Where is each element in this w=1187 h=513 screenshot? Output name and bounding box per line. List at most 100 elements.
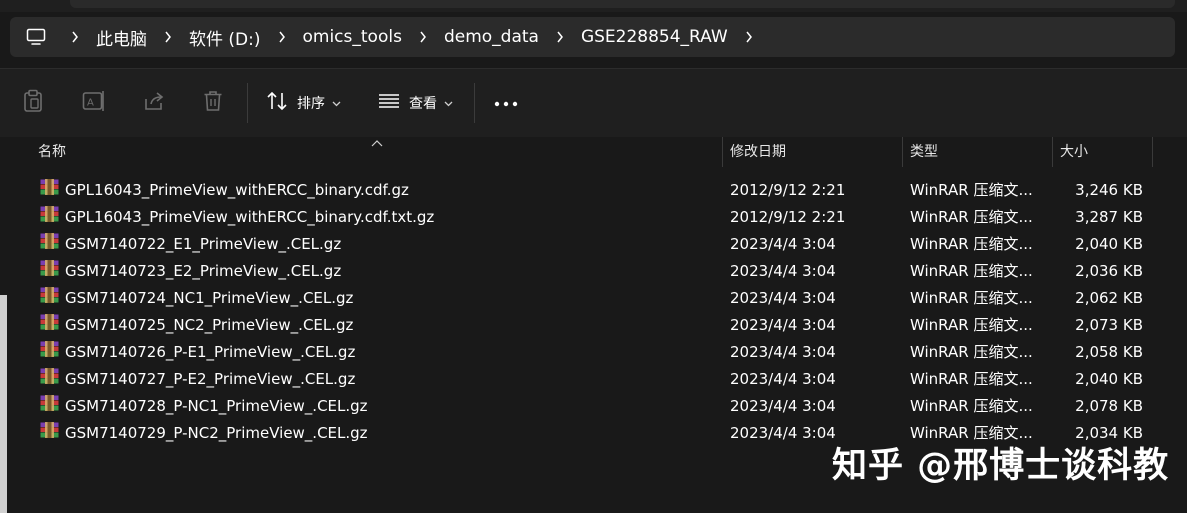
chevron-right-icon[interactable] [547,31,573,43]
breadcrumb-item-current-folder[interactable]: GSE228854_RAW [573,27,736,47]
file-size: 2,058 KB [1075,343,1143,361]
chevron-right-icon[interactable] [155,31,181,43]
file-row[interactable]: GSM7140723_E2_PrimeView_.CEL.gz 2023/4/4 … [0,258,1187,285]
file-row[interactable]: GSM7140725_NC2_PrimeView_.CEL.gz 2023/4/4… [0,312,1187,339]
column-divider[interactable] [1052,137,1053,167]
toolbar-divider [474,83,475,123]
file-size: 2,078 KB [1075,397,1143,415]
file-row[interactable]: GSM7140726_P-E1_PrimeView_.CEL.gz 2023/4/… [0,339,1187,366]
file-name[interactable]: GPL16043_PrimeView_withERCC_binary.cdf.t… [65,204,434,231]
column-header-size[interactable]: 大小 [1060,137,1088,167]
column-divider[interactable] [1152,137,1153,167]
file-size: 2,040 KB [1075,370,1143,388]
chevron-right-icon[interactable] [410,31,436,43]
file-row[interactable]: GSM7140722_E1_PrimeView_.CEL.gz 2023/4/4 … [0,231,1187,258]
file-name[interactable]: GSM7140722_E1_PrimeView_.CEL.gz [65,231,341,258]
watermark: 知乎 @邢博士谈科教 [832,446,1170,486]
file-type: WinRAR 压缩文... [910,370,1033,388]
file-size: 2,062 KB [1075,289,1143,307]
file-type: WinRAR 压缩文... [910,262,1033,280]
breadcrumb-item-demo-data[interactable]: demo_data [436,27,547,47]
winrar-archive-icon [40,339,59,366]
breadcrumb-item-drive-d[interactable]: 软件 (D:) [181,25,269,50]
view-button[interactable]: 查看 [378,89,453,117]
chevron-right-icon[interactable] [62,31,88,43]
file-size: 2,036 KB [1075,262,1143,280]
file-name[interactable]: GSM7140724_NC1_PrimeView_.CEL.gz [65,285,353,312]
file-type: WinRAR 压缩文... [910,397,1033,415]
winrar-archive-icon [40,177,59,204]
share-icon [143,90,165,117]
file-date: 2023/4/4 3:04 [730,235,836,253]
column-divider[interactable] [722,137,723,167]
chevron-down-icon [332,94,341,112]
svg-text:A: A [87,97,94,108]
file-row[interactable]: GPL16043_PrimeView_withERCC_binary.cdf.t… [0,204,1187,231]
file-size: 2,073 KB [1075,316,1143,334]
file-type: WinRAR 压缩文... [910,289,1033,307]
file-row[interactable]: GSM7140727_P-E2_PrimeView_.CEL.gz 2023/4/… [0,366,1187,393]
winrar-archive-icon [40,285,59,312]
clipboard-icon [22,89,44,118]
column-divider[interactable] [902,137,903,167]
column-header-name[interactable]: 名称 [38,137,66,167]
file-date: 2012/9/12 2:21 [730,208,846,226]
paste-button[interactable] [22,89,44,117]
trash-icon [203,90,223,117]
file-size: 3,246 KB [1075,181,1143,199]
file-name[interactable]: GPL16043_PrimeView_withERCC_binary.cdf.g… [65,177,409,204]
file-date: 2012/9/12 2:21 [730,181,846,199]
file-size: 3,287 KB [1075,208,1143,226]
tab-strip [70,0,1175,8]
sort-ascending-arrow-icon [371,134,383,152]
address-bar[interactable]: 此电脑 软件 (D:) omics_tools demo_data GSE228… [10,17,1175,57]
file-type: WinRAR 压缩文... [910,208,1033,226]
file-name[interactable]: GSM7140729_P-NC2_PrimeView_.CEL.gz [65,420,368,447]
delete-button[interactable] [203,89,223,117]
file-type: WinRAR 压缩文... [910,235,1033,253]
file-name[interactable]: GSM7140727_P-E2_PrimeView_.CEL.gz [65,366,355,393]
more-options-button[interactable] [494,89,518,117]
file-date: 2023/4/4 3:04 [730,424,836,442]
file-row[interactable]: GSM7140728_P-NC1_PrimeView_.CEL.gz 2023/4… [0,393,1187,420]
computer-icon[interactable] [10,28,62,46]
file-date: 2023/4/4 3:04 [730,316,836,334]
view-label: 查看 [409,96,437,112]
rename-button[interactable]: A [82,89,106,117]
file-name[interactable]: GSM7140728_P-NC1_PrimeView_.CEL.gz [65,393,368,420]
sort-icon [266,91,288,116]
file-type: WinRAR 压缩文... [910,316,1033,334]
file-type: WinRAR 压缩文... [910,181,1033,199]
chevron-right-icon[interactable] [269,31,295,43]
view-list-icon [378,92,400,115]
sort-label: 排序 [297,96,325,112]
column-header-type[interactable]: 类型 [910,137,938,167]
chevron-right-icon[interactable] [736,31,762,43]
column-header-date[interactable]: 修改日期 [730,137,786,167]
winrar-archive-icon [40,231,59,258]
winrar-archive-icon [40,393,59,420]
file-date: 2023/4/4 3:04 [730,397,836,415]
toolbar-divider [247,83,248,123]
file-row[interactable]: GSM7140724_NC1_PrimeView_.CEL.gz 2023/4/4… [0,285,1187,312]
command-bar: A 排序 查看 [0,68,1187,138]
share-button[interactable] [143,89,165,117]
file-name[interactable]: GSM7140726_P-E1_PrimeView_.CEL.gz [65,339,355,366]
file-name[interactable]: GSM7140725_NC2_PrimeView_.CEL.gz [65,312,353,339]
file-size: 2,040 KB [1075,235,1143,253]
sort-button[interactable]: 排序 [266,89,341,117]
winrar-archive-icon [40,420,59,447]
winrar-archive-icon [40,258,59,285]
winrar-archive-icon [40,366,59,393]
file-date: 2023/4/4 3:04 [730,262,836,280]
breadcrumb-item-omics-tools[interactable]: omics_tools [295,27,410,47]
file-date: 2023/4/4 3:04 [730,289,836,307]
breadcrumb-item-this-pc[interactable]: 此电脑 [88,25,155,50]
window-top-strip [0,0,1187,12]
file-name[interactable]: GSM7140723_E2_PrimeView_.CEL.gz [65,258,341,285]
rename-icon: A [82,90,106,117]
file-row[interactable]: GPL16043_PrimeView_withERCC_binary.cdf.g… [0,177,1187,204]
file-date: 2023/4/4 3:04 [730,343,836,361]
scrollbar-thumb[interactable] [0,295,7,513]
file-date: 2023/4/4 3:04 [730,370,836,388]
